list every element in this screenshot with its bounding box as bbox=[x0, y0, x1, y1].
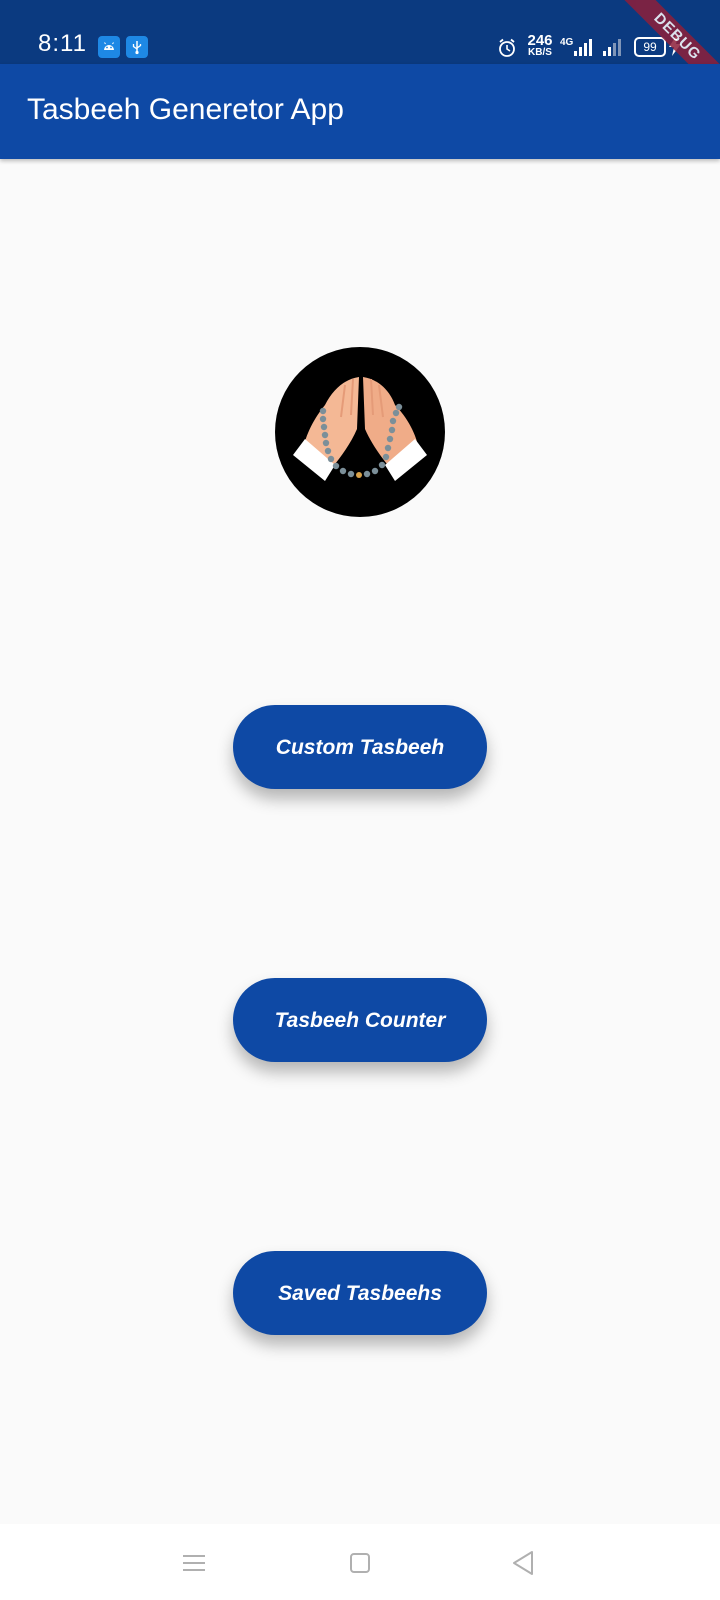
tasbeeh-counter-button[interactable]: Tasbeeh Counter bbox=[233, 978, 487, 1062]
network-speed: 246 KB/S bbox=[524, 32, 556, 58]
navigation-bar bbox=[0, 1524, 720, 1600]
android-icon bbox=[98, 36, 120, 58]
signal-icon bbox=[573, 38, 595, 61]
status-bar: 8:11 246 KB/S 4G 99 DEBUG bbox=[0, 0, 720, 105]
network-type: 4G bbox=[560, 37, 574, 48]
app-bar: Tasbeeh Generetor App bbox=[0, 64, 720, 159]
network-speed-unit: KB/S bbox=[528, 47, 552, 58]
signal-icon bbox=[602, 38, 624, 61]
status-time: 8:11 bbox=[38, 30, 87, 57]
network-speed-value: 246 bbox=[527, 32, 553, 49]
menu-icon[interactable] bbox=[179, 1548, 209, 1578]
home-icon[interactable] bbox=[345, 1548, 375, 1578]
back-icon[interactable] bbox=[508, 1548, 538, 1578]
praying-hands-with-prayer-beads-icon bbox=[275, 347, 445, 517]
saved-tasbeehs-button[interactable]: Saved Tasbeehs bbox=[233, 1251, 487, 1335]
custom-tasbeeh-button[interactable]: Custom Tasbeeh bbox=[233, 705, 487, 789]
page-title: Tasbeeh Generetor App bbox=[27, 93, 344, 126]
battery-indicator: 99 bbox=[634, 37, 666, 57]
alarm-icon bbox=[497, 38, 517, 63]
usb-icon bbox=[126, 36, 148, 58]
